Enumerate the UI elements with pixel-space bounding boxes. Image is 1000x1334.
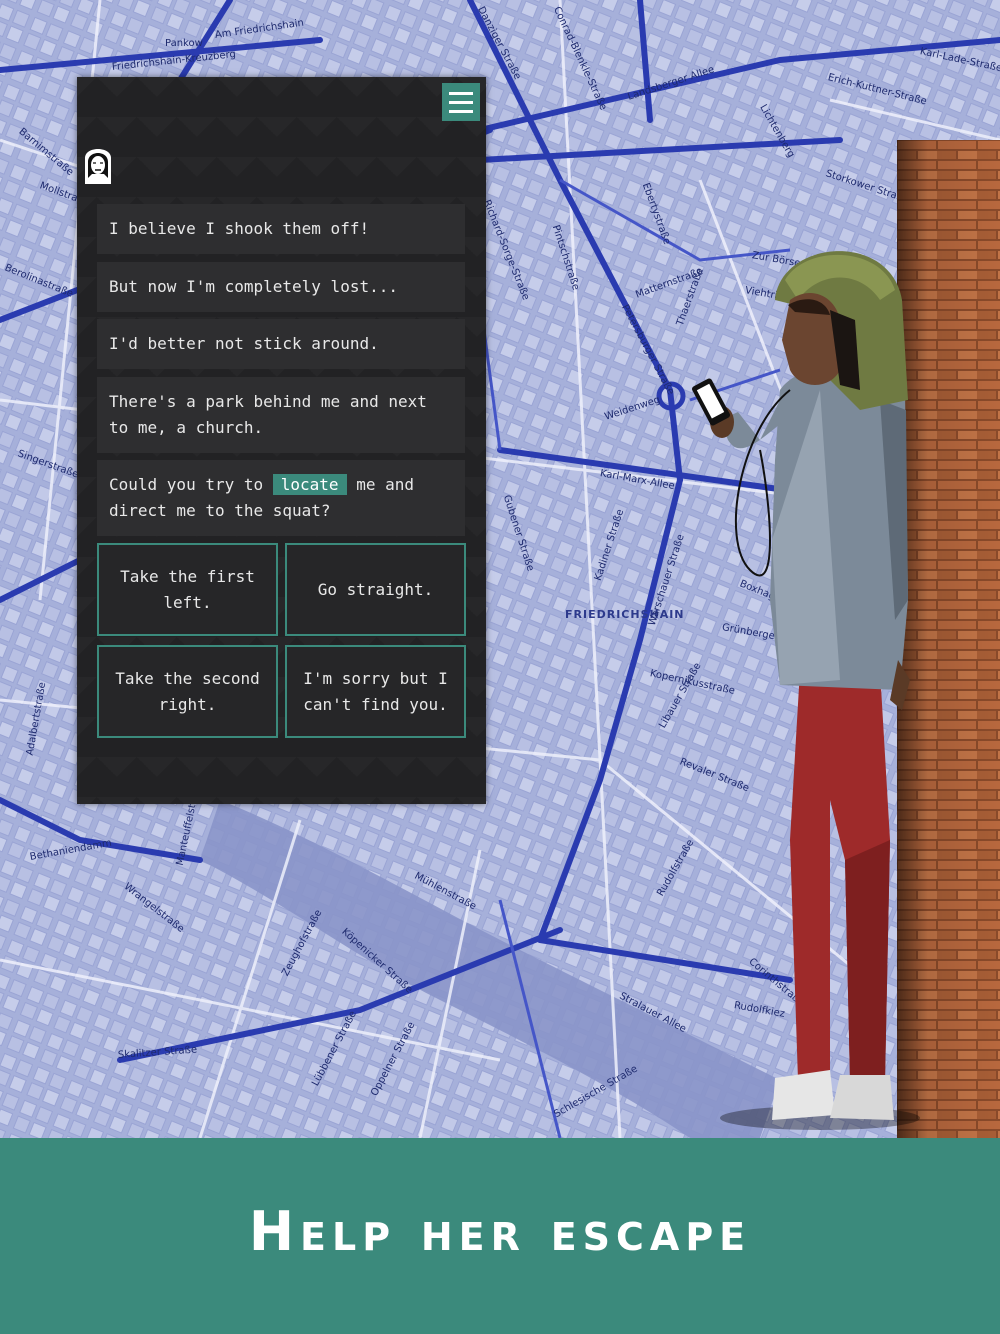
hamburger-icon-line [449,101,473,104]
chat-message: There's a park behind me and next to me,… [97,377,465,453]
chat-message: I'd better not stick around. [97,319,465,369]
chat-message: But now I'm completely lost... [97,262,465,312]
locate-keyword[interactable]: locate [272,474,347,495]
district-label: FRIEDRICHSHAIN [565,608,685,621]
choice-button[interactable]: Go straight. [285,543,466,636]
choice-button[interactable]: Take the first left. [97,543,278,636]
girl-avatar-icon [82,144,114,184]
banner-title: Help her escape [248,1199,752,1263]
hamburger-icon-line [449,110,473,113]
choice-button[interactable]: Take the second right. [97,645,278,738]
menu-button[interactable] [442,83,480,121]
message-text: Could you try to [109,475,273,494]
choice-button[interactable]: I'm sorry but I can't find you. [285,645,466,738]
chat-panel: I believe I shook them off! But now I'm … [77,77,486,804]
hooded-girl-character [680,240,920,1140]
street-label: Pankow [165,38,203,49]
promo-banner: Help her escape [0,1138,1000,1334]
chat-message-with-keyword: Could you try to locate me and direct me… [97,460,465,536]
hamburger-icon-line [449,92,473,95]
chat-message: I believe I shook them off! [97,204,465,254]
